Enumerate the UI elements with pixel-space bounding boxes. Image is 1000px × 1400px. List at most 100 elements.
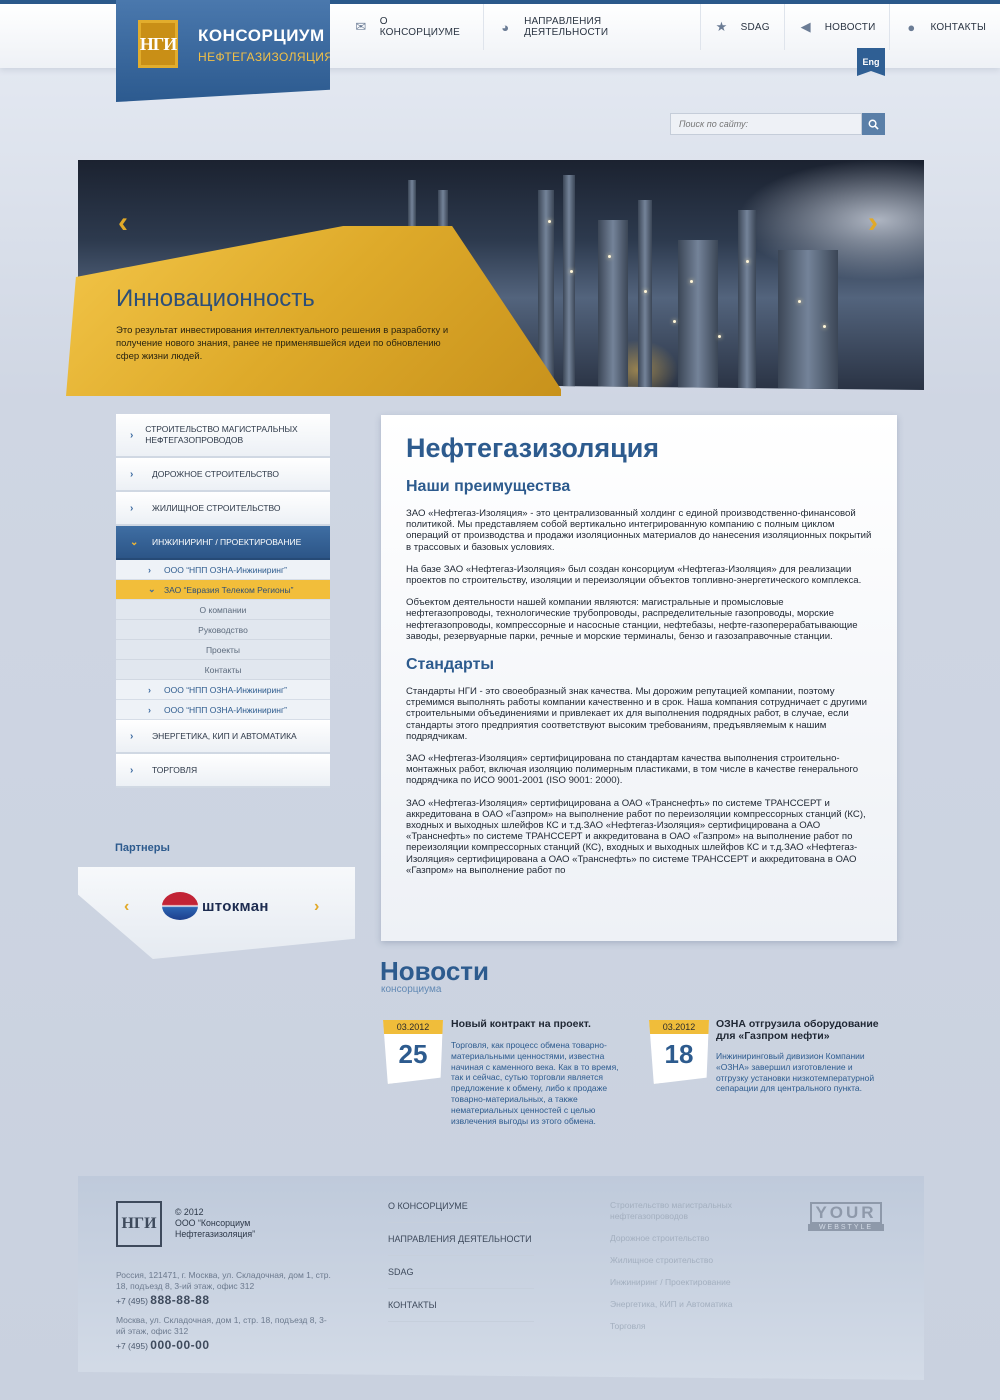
- refinery-light: [690, 280, 693, 283]
- nav-label: НАПРАВЛЕНИЯ ДЕЯТЕЛЬНОСТИ: [524, 16, 609, 38]
- refinery-tower: [563, 175, 575, 390]
- sidebar-item-trade[interactable]: › ТОРГОВЛЯ: [116, 754, 330, 788]
- star-icon: ★: [715, 19, 728, 34]
- chevron-right-icon: ›: [130, 468, 134, 480]
- search-button[interactable]: [862, 113, 885, 135]
- search-input[interactable]: [670, 113, 862, 135]
- footer-nav-contacts[interactable]: КОНТАКТЫ: [388, 1289, 534, 1322]
- news-text: Инжиниринговый дивизион Компании «ОЗНА» …: [716, 1051, 875, 1094]
- chevron-right-icon: ›: [130, 429, 134, 441]
- refinery-light: [644, 290, 647, 293]
- sidebar-item-roads[interactable]: › ДОРОЖНОЕ СТРОИТЕЛЬСТВО: [116, 458, 330, 492]
- sidebar-subitem[interactable]: › ООО “НПП ОЗНА-Инжиниринг”: [116, 700, 330, 720]
- refinery-light: [823, 325, 826, 328]
- sidebar-subitem[interactable]: › ООО “НПП ОЗНА-Инжиниринг”: [116, 560, 330, 580]
- chevron-right-icon: ›: [130, 764, 134, 776]
- sidebar-item-label: СТРОИТЕЛЬСТВО МАГИСТРАЛЬНЫХ НЕФТЕГАЗОПРО…: [145, 424, 298, 445]
- footer-link[interactable]: Торговля: [610, 1321, 770, 1332]
- news-date-calendar: 03.2012 18: [649, 1020, 709, 1084]
- partner-logo[interactable]: штокман: [162, 892, 269, 920]
- sidebar-subitem-label: ООО “НПП ОЗНА-Инжиниринг”: [164, 704, 287, 715]
- partners-next-button[interactable]: ›: [314, 898, 319, 916]
- logo-subtitle: НЕФТЕГАЗИЗОЛЯЦИЯ: [198, 50, 334, 64]
- footer-links: Строительство магистральных нефтегазопро…: [610, 1200, 770, 1343]
- developer-badge-small: WEBSTYLE: [808, 1223, 884, 1231]
- sidebar-subitem-label: ООО “НПП ОЗНА-Инжиниринг”: [164, 684, 287, 695]
- sidebar-item-label: ЖИЛИЩНОЕ СТРОИТЕЛЬСТВО: [152, 502, 281, 513]
- refinery-light: [608, 255, 611, 258]
- news-headline[interactable]: Новый контракт на проект.: [451, 1018, 631, 1030]
- nav-label: О КОНСОРЦИУМЕ: [379, 16, 461, 38]
- slider-next-button[interactable]: ›: [868, 206, 878, 240]
- nav-label: SDAG: [740, 21, 770, 33]
- footer-company-line2: Нефтегазизоляция”: [175, 1229, 256, 1239]
- chevron-right-icon: ›: [130, 730, 134, 742]
- nav-label: НОВОСТИ: [824, 21, 876, 33]
- sidebar-menu: › СТРОИТЕЛЬСТВО МАГИСТРАЛЬНЫХ НЕФТЕГАЗОП…: [116, 414, 330, 788]
- chevron-right-icon: ›: [130, 502, 134, 514]
- chevron-down-icon: ⌄: [148, 584, 156, 594]
- refinery-light: [746, 260, 749, 263]
- sidebar-item-label: ЭНЕРГЕТИКА, КИП И АВТОМАТИКА: [152, 730, 297, 741]
- refinery-light: [673, 320, 676, 323]
- nav-contacts[interactable]: ● КОНТАКТЫ: [890, 4, 1000, 50]
- footer-link[interactable]: Дорожное строительство: [610, 1233, 770, 1244]
- refinery-tower: [738, 210, 756, 390]
- news-text: Торговля, как процесс обмена товарно-мат…: [451, 1040, 619, 1126]
- sidebar-item-engineering[interactable]: ⌄ ИНЖИНИРИНГ / ПРОЕКТИРОВАНИЕ: [116, 526, 330, 560]
- partners-prev-button[interactable]: ‹: [124, 898, 129, 916]
- developer-badge-big: YOUR: [810, 1201, 882, 1224]
- sidebar-subsub-about[interactable]: О компании: [116, 600, 330, 620]
- news-date-day: 25: [398, 1039, 428, 1069]
- refinery-tower: [598, 220, 628, 390]
- developer-badge[interactable]: YOUR WEBSTYLE: [808, 1201, 884, 1231]
- sidebar-item-pipelines[interactable]: › СТРОИТЕЛЬСТВО МАГИСТРАЛЬНЫХ НЕФТЕГАЗОП…: [116, 414, 330, 458]
- sidebar-subitem[interactable]: › ООО “НПП ОЗНА-Инжиниринг”: [116, 680, 330, 700]
- nav-label: КОНТАКТЫ: [930, 21, 986, 33]
- news-date-calendar: 03.2012 25: [383, 1020, 443, 1084]
- sidebar-item-label: ТОРГОВЛЯ: [152, 764, 198, 775]
- refinery-light: [548, 220, 551, 223]
- section-heading-advantages: Наши преимущества: [406, 478, 571, 495]
- partner-logo-emblem: [162, 892, 198, 920]
- megaphone-icon: ◀: [800, 19, 811, 34]
- footer-address: Москва, ул. Складочная, дом 1, стр. 18, …: [116, 1315, 327, 1336]
- nav-about[interactable]: ✉ О КОНСОРЦИУМЕ: [340, 4, 485, 50]
- sidebar-subsub-management[interactable]: Руководство: [116, 620, 330, 640]
- sidebar-subitem-selected[interactable]: ⌄ ЗАО “Евразия Телеком Регионы”: [116, 580, 330, 600]
- footer-nav-about[interactable]: О КОНСОРЦИУМЕ: [388, 1190, 534, 1223]
- sidebar-subitem-label: ЗАО “Евразия Телеком Регионы”: [164, 584, 294, 595]
- slider-prev-button[interactable]: ‹: [118, 206, 128, 240]
- footer-phone-code: +7 (495): [116, 1296, 148, 1306]
- footer-nav-activities[interactable]: НАПРАВЛЕНИЯ ДЕЯТЕЛЬНОСТИ: [388, 1223, 534, 1256]
- refinery-light: [570, 270, 573, 273]
- refinery-light: [718, 335, 721, 338]
- footer-link[interactable]: Инжиниринг / Проектирование: [610, 1277, 770, 1288]
- envelope-icon: ✉: [355, 19, 367, 34]
- footer-phone-code: +7 (495): [116, 1341, 148, 1351]
- nav-activities[interactable]: ◕ НАПРАВЛЕНИЯ ДЕЯТЕЛЬНОСТИ: [484, 4, 701, 50]
- sidebar-item-housing[interactable]: › ЖИЛИЩНОЕ СТРОИТЕЛЬСТВО: [116, 492, 330, 526]
- footer-logo: НГИ: [116, 1201, 162, 1247]
- sidebar-subsub-contacts[interactable]: Контакты: [116, 660, 330, 680]
- news-headline[interactable]: ОЗНА отгрузила оборудование для «Газпром…: [716, 1018, 886, 1042]
- nav-sdag[interactable]: ★ SDAG: [701, 4, 785, 50]
- sidebar-subsub-projects[interactable]: Проекты: [116, 640, 330, 660]
- language-switch[interactable]: Eng: [857, 48, 885, 76]
- footer-phone: +7 (495) 888-88-88: [116, 1293, 210, 1307]
- footer-link[interactable]: Энергетика, КИП и Автоматика: [610, 1299, 770, 1310]
- sidebar-item-label: ИНЖИНИРИНГ / ПРОЕКТИРОВАНИЕ: [152, 536, 302, 547]
- nav-news[interactable]: ◀ НОВОСТИ: [785, 4, 891, 50]
- site-logo[interactable]: НГИ КОНСОРЦИУМ НЕФТЕГАЗИЗОЛЯЦИЯ: [116, 0, 330, 102]
- footer-link[interactable]: Строительство магистральных нефтегазопро…: [610, 1200, 770, 1222]
- sidebar-item-energy[interactable]: › ЭНЕРГЕТИКА, КИП И АВТОМАТИКА: [116, 720, 330, 754]
- footer-link[interactable]: Жилищное строительство: [610, 1255, 770, 1266]
- footer-phone-number: 888-88-88: [150, 1293, 210, 1307]
- footer-nav-sdag[interactable]: SDAG: [388, 1256, 534, 1289]
- refinery-tower: [638, 200, 652, 390]
- sidebar-item-label: ДОРОЖНОЕ СТРОИТЕЛЬСТВО: [152, 468, 280, 479]
- logo-mark: НГИ: [138, 20, 178, 68]
- news-date-month: 03.2012: [383, 1020, 443, 1034]
- slide-title: Инновационность: [116, 285, 315, 312]
- paragraph: ЗАО «Нефтегаз-Изоляция» сертифицирована …: [406, 797, 866, 876]
